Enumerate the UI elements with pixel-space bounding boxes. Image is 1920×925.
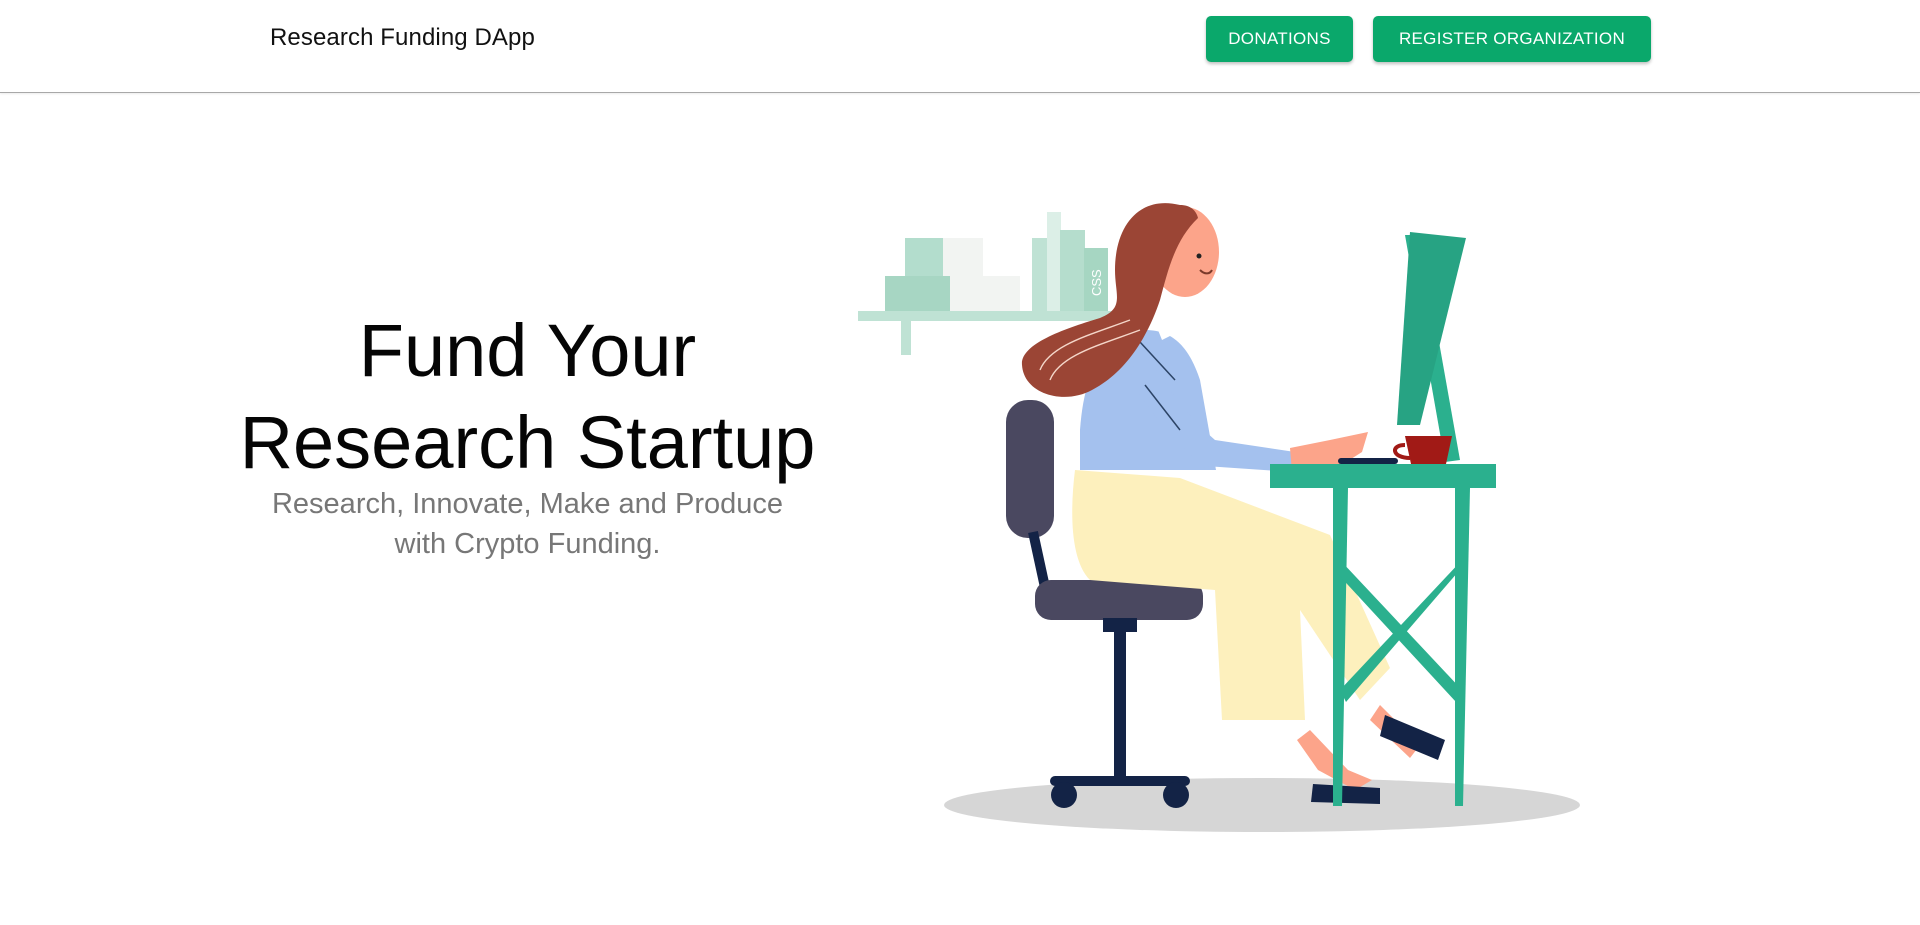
top-navbar: Research Funding DApp DONATIONS REGISTER…	[0, 0, 1920, 93]
floor-shadow	[944, 778, 1580, 832]
hero-subtitle-line1: Research, Innovate, Make and Produce	[271, 488, 784, 520]
hero-title-line1: Fund Your	[358, 309, 697, 392]
brand-title[interactable]: Research Funding DApp	[270, 24, 535, 52]
book-label: CSS	[1089, 269, 1104, 296]
hero-subtitle: Research, Innovate, Make and Produce wit…	[200, 484, 855, 564]
donations-button[interactable]: DONATIONS	[1206, 16, 1353, 62]
hero-subtitle-line2: with Crypto Funding.	[394, 528, 661, 560]
woman-legs	[1072, 470, 1445, 804]
register-organization-button[interactable]: REGISTER ORGANIZATION	[1373, 16, 1651, 62]
woman-at-desk-illustration: CSS	[858, 203, 1580, 832]
hero-title-line2: Research Startup	[239, 401, 816, 484]
hero-title: Fund Your Research Startup	[200, 305, 855, 489]
